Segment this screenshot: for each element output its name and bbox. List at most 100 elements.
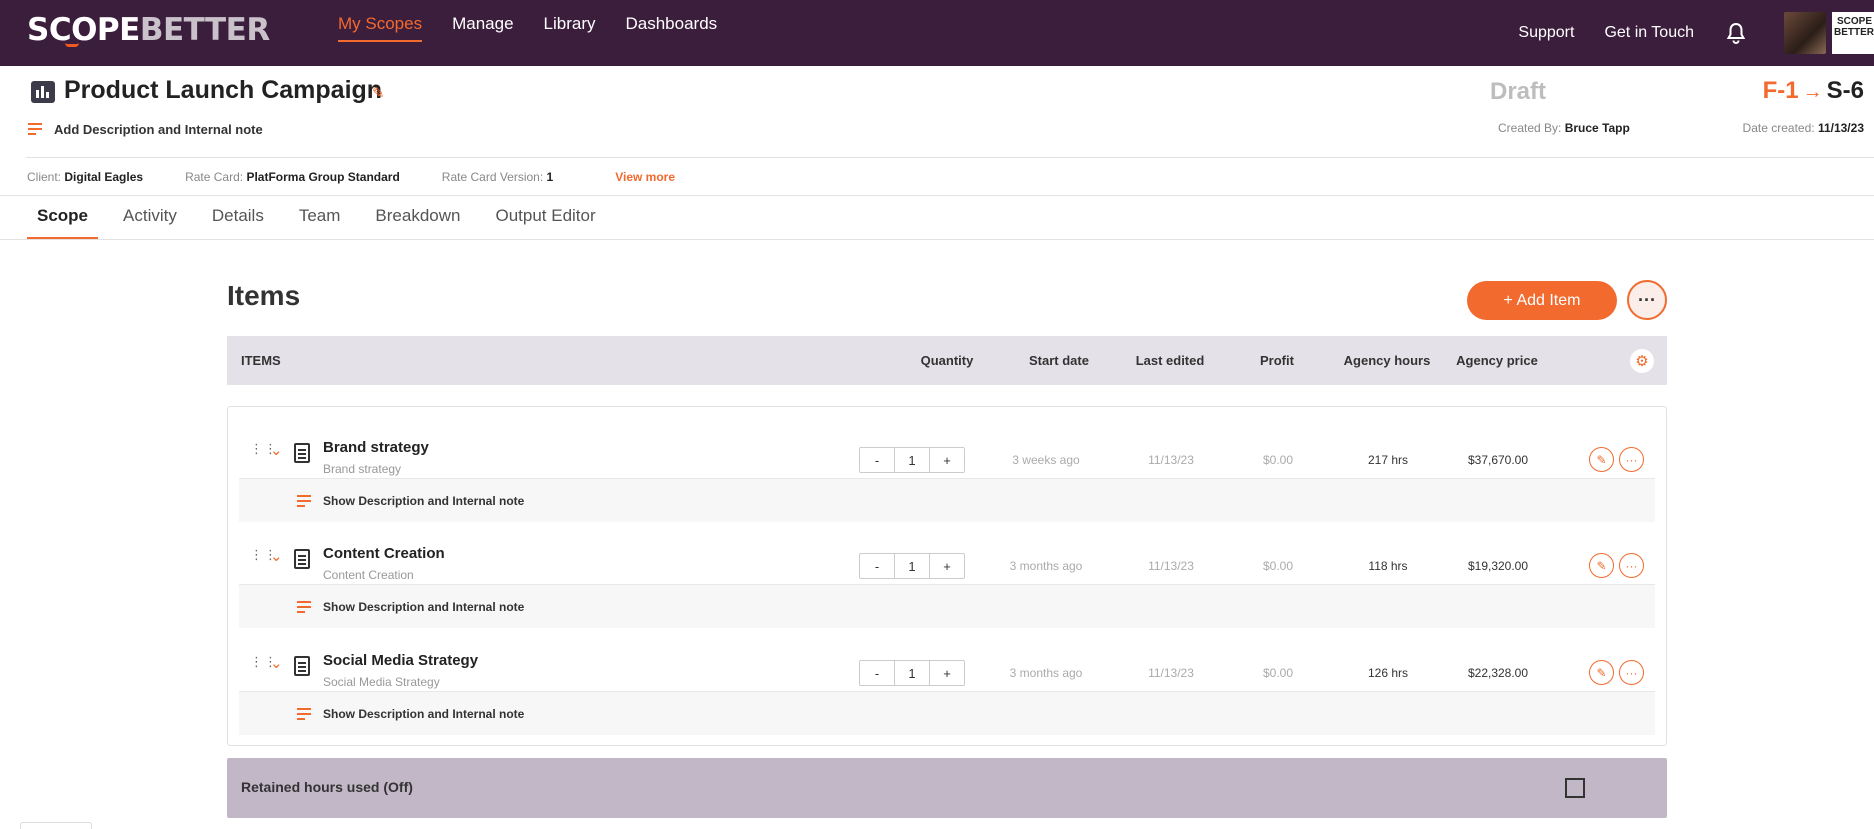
tab-breakdown[interactable]: Breakdown: [365, 196, 470, 240]
item-subtitle: Social Media Strategy: [323, 675, 440, 689]
chevron-down-icon[interactable]: ⌄: [270, 547, 283, 565]
chevron-down-icon[interactable]: ⌄: [270, 654, 283, 672]
items-table-header: ITEMS Quantity Start date Last edited Pr…: [227, 336, 1667, 385]
more-dots-icon[interactable]: ···: [1619, 553, 1644, 578]
description-row: Show Description and Internal note: [239, 584, 1655, 628]
scopebetter-logo[interactable]: SCOPEBETTER: [27, 12, 270, 48]
logo-better-text: BETTER: [139, 12, 270, 48]
meta-rate-card: Rate Card: PlatForma Group Standard: [185, 170, 400, 184]
profit: $0.00: [1262, 453, 1294, 467]
meta-rate-card-version: Rate Card Version: 1: [441, 170, 554, 184]
decrement-button[interactable]: -: [860, 661, 895, 685]
user-avatar[interactable]: [1784, 12, 1826, 54]
description-row: Show Description and Internal note: [239, 478, 1655, 522]
tab-activity[interactable]: Activity: [113, 196, 187, 240]
version-from: F-1: [1762, 77, 1799, 104]
retained-hours-checkbox[interactable]: [1565, 778, 1585, 798]
start-date: 3 months ago: [1009, 666, 1083, 680]
more-dots-icon[interactable]: ···: [1619, 660, 1644, 685]
nav-right: Support Get in Touch SCOPE BETTER: [1518, 0, 1874, 66]
last-edited: 11/13/23: [1148, 559, 1194, 573]
note-edit-icon: [297, 706, 317, 722]
col-profit: Profit: [1260, 353, 1294, 368]
edit-pencil-icon[interactable]: ✎: [1589, 447, 1614, 472]
agency-hours: 118 hrs: [1368, 559, 1408, 573]
start-date: 3 weeks ago: [1012, 453, 1080, 467]
arrow-right-icon: →: [1802, 81, 1823, 103]
show-description-link[interactable]: Show Description and Internal note: [297, 493, 524, 509]
nav-library[interactable]: Library: [544, 14, 596, 42]
date-created: Date created: 11/13/23: [1742, 121, 1864, 135]
col-items: ITEMS: [241, 353, 281, 368]
bell-icon[interactable]: [1724, 21, 1748, 45]
tab-output-editor[interactable]: Output Editor: [485, 196, 605, 240]
main-nav: My Scopes Manage Library Dashboards: [338, 14, 747, 42]
profit: $0.00: [1262, 666, 1294, 680]
col-last-edited: Last edited: [1135, 353, 1205, 368]
tab-team[interactable]: Team: [289, 196, 351, 240]
col-agency-hours: Agency hours: [1343, 353, 1431, 368]
meta-client: Client: Digital Eagles: [27, 170, 144, 184]
tabs-divider: [0, 239, 1874, 240]
agency-price: $22,328.00: [1467, 666, 1529, 680]
drag-handle-icon[interactable]: ⋮⋮: [250, 548, 277, 566]
scope-tabs: Scope Activity Details Team Breakdown Ou…: [27, 196, 621, 240]
col-start-date: Start date: [1029, 353, 1089, 368]
drag-handle-icon[interactable]: ⋮⋮: [250, 655, 277, 673]
edit-pencil-icon[interactable]: ✎: [1589, 660, 1614, 685]
quantity-input[interactable]: 1: [895, 448, 930, 472]
gear-icon[interactable]: ⚙: [1630, 349, 1654, 373]
chevron-down-icon[interactable]: ⌄: [270, 441, 283, 459]
increment-button[interactable]: +: [930, 448, 964, 472]
company-logo[interactable]: SCOPE BETTER: [1832, 12, 1874, 54]
edit-title-pencil-icon[interactable]: ✎: [372, 84, 385, 102]
nav-my-scopes[interactable]: My Scopes: [338, 14, 423, 42]
scope-meta: Client: Digital Eagles Rate Card: PlatFo…: [27, 170, 675, 184]
add-item-button[interactable]: + Add Item: [1467, 281, 1617, 320]
support-link[interactable]: Support: [1518, 24, 1574, 42]
quantity-input[interactable]: 1: [895, 661, 930, 685]
bottom-panel-edge: [20, 822, 92, 829]
created-by-value: Bruce Tapp: [1564, 121, 1630, 135]
increment-button[interactable]: +: [930, 554, 964, 578]
logo-scope-text: SCOPE: [27, 12, 140, 48]
get-in-touch-link[interactable]: Get in Touch: [1604, 24, 1694, 42]
document-icon: [294, 656, 310, 676]
last-edited: 11/13/23: [1148, 666, 1194, 680]
decrement-button[interactable]: -: [860, 554, 895, 578]
tab-details[interactable]: Details: [202, 196, 274, 240]
status-badge: Draft: [1490, 78, 1547, 105]
header-divider: [26, 157, 1874, 158]
agency-hours: 126 hrs: [1367, 666, 1409, 680]
created-by: Created By: Bruce Tapp: [1498, 121, 1630, 135]
chart-icon: [31, 81, 55, 103]
quantity-stepper: - 1 +: [859, 447, 965, 473]
edit-pencil-icon[interactable]: ✎: [1589, 553, 1614, 578]
nav-dashboards[interactable]: Dashboards: [626, 14, 718, 42]
item-subtitle: Content Creation: [323, 568, 414, 582]
show-description-link[interactable]: Show Description and Internal note: [297, 599, 524, 615]
version-indicator: F-1 → S-6: [1763, 77, 1864, 105]
quantity-stepper: - 1 +: [859, 553, 965, 579]
item-subtitle: Brand strategy: [323, 462, 402, 476]
item-title[interactable]: Brand strategy: [323, 439, 429, 456]
retained-hours-bar: Retained hours used (Off): [227, 758, 1667, 818]
increment-button[interactable]: +: [930, 661, 964, 685]
drag-handle-icon[interactable]: ⋮⋮: [250, 442, 277, 460]
version-to: S-6: [1826, 77, 1864, 104]
quantity-input[interactable]: 1: [895, 554, 930, 578]
document-icon: [294, 549, 310, 569]
date-created-value: 11/13/23: [1817, 121, 1864, 135]
view-more-link[interactable]: View more: [615, 170, 675, 184]
agency-price: $37,670.00: [1467, 453, 1529, 467]
add-description-link[interactable]: Add Description and Internal note: [28, 121, 263, 137]
item-title[interactable]: Content Creation: [323, 545, 445, 562]
show-description-link[interactable]: Show Description and Internal note: [297, 706, 524, 722]
more-dots-icon[interactable]: ···: [1619, 447, 1644, 472]
nav-manage[interactable]: Manage: [452, 14, 513, 42]
item-title[interactable]: Social Media Strategy: [323, 652, 478, 669]
more-options-button[interactable]: ···: [1627, 280, 1667, 320]
decrement-button[interactable]: -: [860, 448, 895, 472]
tab-scope[interactable]: Scope: [27, 196, 99, 240]
document-icon: [294, 443, 310, 463]
